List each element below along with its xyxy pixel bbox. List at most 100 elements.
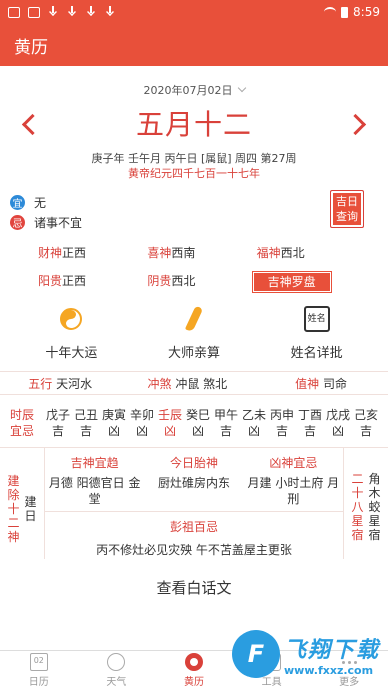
solar-date: 2020年07月02日	[143, 84, 233, 97]
hour-name: 戊子	[45, 408, 70, 422]
date-header: 2020年07月02日 五月十二 庚子年 壬午月 丙午日 [属鼠] 周四 第27…	[0, 82, 388, 180]
hour-luck: 凶	[247, 424, 260, 438]
brush-icon	[184, 305, 204, 333]
hour-luck: 凶	[163, 424, 176, 438]
era-line: 黄帝纪元四千七百一十七年	[128, 167, 260, 180]
god-cell: 阴贵西北	[147, 272, 256, 290]
hour-item[interactable]: 戊子吉	[44, 401, 72, 445]
feature-row: 十年大运 大师亲算 姓名 姓名详批	[0, 304, 388, 361]
hour-luck: 吉	[51, 424, 64, 438]
tab-more[interactable]: 更多	[310, 651, 388, 690]
ji-text: 诸事不宜	[34, 215, 83, 230]
app-bar: 黄历	[0, 24, 388, 66]
download-icon	[67, 6, 78, 18]
hour-item[interactable]: 丁酉吉	[296, 401, 324, 445]
wuxing-row: 五行 天河水 冲煞 冲鼠 煞北 值神 司命	[0, 371, 388, 395]
next-day-button[interactable]	[344, 112, 368, 138]
yi-ji-section: 宜 无 忌 诸事不宜 吉日 查询	[0, 190, 388, 238]
jianchu-column: 建除十二神 建日	[0, 448, 44, 559]
wuxing-cell: 五行 天河水	[0, 375, 120, 392]
hours-section: 时辰 宜忌 戊子吉己丑吉庚寅凶辛卯凶壬辰凶癸巳凶甲午吉乙未凶丙申吉丁酉吉戊戌凶己…	[0, 401, 388, 445]
yi-text: 无	[34, 195, 47, 210]
xiongshen-cell: 凶神宜忌 月建 小时土府 月刑	[244, 448, 343, 511]
god-label: 福神	[256, 246, 281, 260]
hour-luck: 凶	[191, 424, 204, 438]
hour-name: 戊戌	[325, 408, 350, 422]
zhishen-value: 司命	[323, 376, 348, 391]
more-dots-icon	[340, 653, 358, 671]
tab-weather[interactable]: 天气	[78, 651, 156, 690]
xiongshen-text: 月建 小时土府 月刑	[247, 476, 340, 506]
query-label-2: 查询	[336, 210, 358, 223]
tab-almanac[interactable]: 黄历	[155, 651, 233, 690]
gods-grid: 财神正西 喜神西南 福神西北 阳贵正西 阴贵西北 吉神罗盘	[0, 238, 388, 293]
hour-luck: 凶	[331, 424, 344, 438]
yi-badge: 宜	[10, 194, 25, 210]
hour-name: 庚寅	[101, 408, 126, 422]
feature-label: 姓名详批	[290, 346, 343, 361]
tab-label: 天气	[106, 677, 127, 688]
view-vernacular-link[interactable]: 查看白话文	[0, 577, 388, 599]
hour-item[interactable]: 癸巳凶	[184, 401, 212, 445]
hour-luck: 吉	[359, 424, 372, 438]
hour-name: 辛卯	[129, 408, 154, 422]
calendar-icon: 02	[29, 653, 48, 671]
hour-item[interactable]: 丙申吉	[268, 401, 296, 445]
compass-button[interactable]: 吉神罗盘	[251, 271, 332, 293]
hour-name: 丁酉	[297, 408, 322, 422]
god-label: 阳贵	[38, 274, 63, 288]
hour-item[interactable]: 壬辰凶	[156, 401, 184, 445]
solar-date-selector[interactable]: 2020年07月02日	[0, 82, 388, 98]
tab-tools[interactable]: 工具	[233, 651, 311, 690]
download-icon	[48, 6, 59, 18]
taishen-text: 厨灶碓房内东	[157, 476, 230, 490]
god-value: 正西	[62, 274, 87, 288]
hour-luck: 吉	[79, 424, 92, 438]
god-cell: 阳贵正西	[38, 272, 147, 290]
feature-ten-year-fortune[interactable]: 十年大运	[16, 304, 126, 361]
download-icon	[105, 6, 116, 18]
hour-item[interactable]: 戊戌凶	[324, 401, 352, 445]
xiongshen-title: 凶神宜忌	[269, 456, 318, 470]
hour-item[interactable]: 己亥吉	[352, 401, 380, 445]
tab-calendar[interactable]: 02 日历	[0, 651, 78, 690]
taiji-icon	[184, 653, 203, 671]
hour-item[interactable]: 己丑吉	[72, 401, 100, 445]
hour-luck: 吉	[275, 424, 288, 438]
god-label: 财神	[38, 246, 63, 260]
zhishen-label: 值神	[295, 376, 320, 391]
taishen-title: 今日胎神	[169, 456, 218, 470]
chevron-right-icon	[344, 113, 367, 136]
xingxiu-label: 二十八星宿	[351, 471, 364, 542]
hours-label-2: 宜忌	[9, 424, 34, 438]
tab-label: 工具	[261, 677, 282, 688]
lunar-date: 五月十二	[135, 108, 252, 141]
download-icon	[86, 6, 97, 18]
hour-name: 壬辰	[157, 408, 182, 422]
hour-luck: 吉	[219, 424, 232, 438]
name-seal-icon: 姓名	[303, 306, 330, 332]
hour-item[interactable]: 乙未凶	[240, 401, 268, 445]
bottom-tab-bar: 02 日历 天气 黄历 工具 更多	[0, 650, 388, 690]
hour-item[interactable]: 辛卯凶	[128, 401, 156, 445]
wifi-icon	[324, 7, 337, 17]
gods-detail-table: 建除十二神 建日 吉神宜趋 月德 阳德官日 金堂 今日胎神 厨灶碓房内东 凶神宜…	[0, 447, 388, 559]
hours-label: 时辰 宜忌	[0, 401, 44, 445]
status-time: 8:59	[353, 5, 380, 19]
wuxing-value: 天河水	[56, 376, 93, 391]
hour-item[interactable]: 甲午吉	[212, 401, 240, 445]
taishen-cell: 今日胎神 厨灶碓房内东	[144, 448, 243, 511]
feature-master-reading[interactable]: 大师亲算	[139, 304, 249, 361]
hour-item[interactable]: 庚寅凶	[100, 401, 128, 445]
hours-label-1: 时辰	[9, 408, 34, 422]
feature-name-analysis[interactable]: 姓名 姓名详批	[262, 304, 372, 361]
god-cell: 福神西北	[257, 244, 366, 262]
prev-day-button[interactable]	[20, 112, 44, 138]
sun-icon	[107, 653, 126, 671]
god-cell: 喜神西南	[147, 244, 256, 262]
xingxiu-column: 二十八星宿 角木蛟星宿	[344, 448, 388, 559]
god-value: 西南	[171, 246, 196, 260]
tab-label: 更多	[339, 677, 360, 688]
lucky-day-query-button[interactable]: 吉日 查询	[330, 190, 364, 228]
tab-label: 黄历	[183, 677, 204, 688]
